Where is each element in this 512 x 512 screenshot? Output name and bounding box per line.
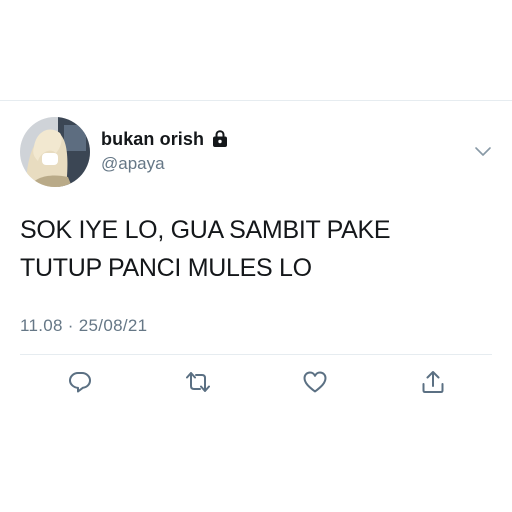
avatar[interactable] (20, 117, 90, 187)
retweet-button[interactable] (183, 369, 213, 399)
share-icon (420, 369, 446, 400)
lock-icon (212, 130, 228, 148)
tweet-actions (0, 369, 512, 399)
user-handle[interactable]: @apaya (101, 154, 165, 174)
heart-icon (302, 369, 328, 400)
reply-button[interactable] (65, 369, 95, 399)
like-button[interactable] (300, 369, 330, 399)
retweet-icon (185, 369, 211, 400)
display-name[interactable]: bukan orish (101, 129, 204, 150)
chevron-down-icon[interactable] (474, 145, 492, 157)
tweet-text-line: TUTUP PANCI MULES LO (20, 254, 312, 282)
tweet-card: bukan orish @apaya SOK IYE LO, GUA SAMBI… (0, 101, 512, 401)
tweet-text-line: SOK IYE LO, GUA SAMBIT PAKE (20, 216, 391, 244)
share-button[interactable] (418, 369, 448, 399)
tweet-timestamp[interactable]: 11.08 · 25/08/21 (20, 316, 147, 336)
tweet-text: SOK IYE LO, GUA SAMBIT PAKE TUTUP PANCI … (20, 211, 490, 287)
reply-icon (67, 369, 93, 400)
actions-divider (20, 354, 492, 355)
author-name-row: bukan orish (101, 128, 228, 150)
